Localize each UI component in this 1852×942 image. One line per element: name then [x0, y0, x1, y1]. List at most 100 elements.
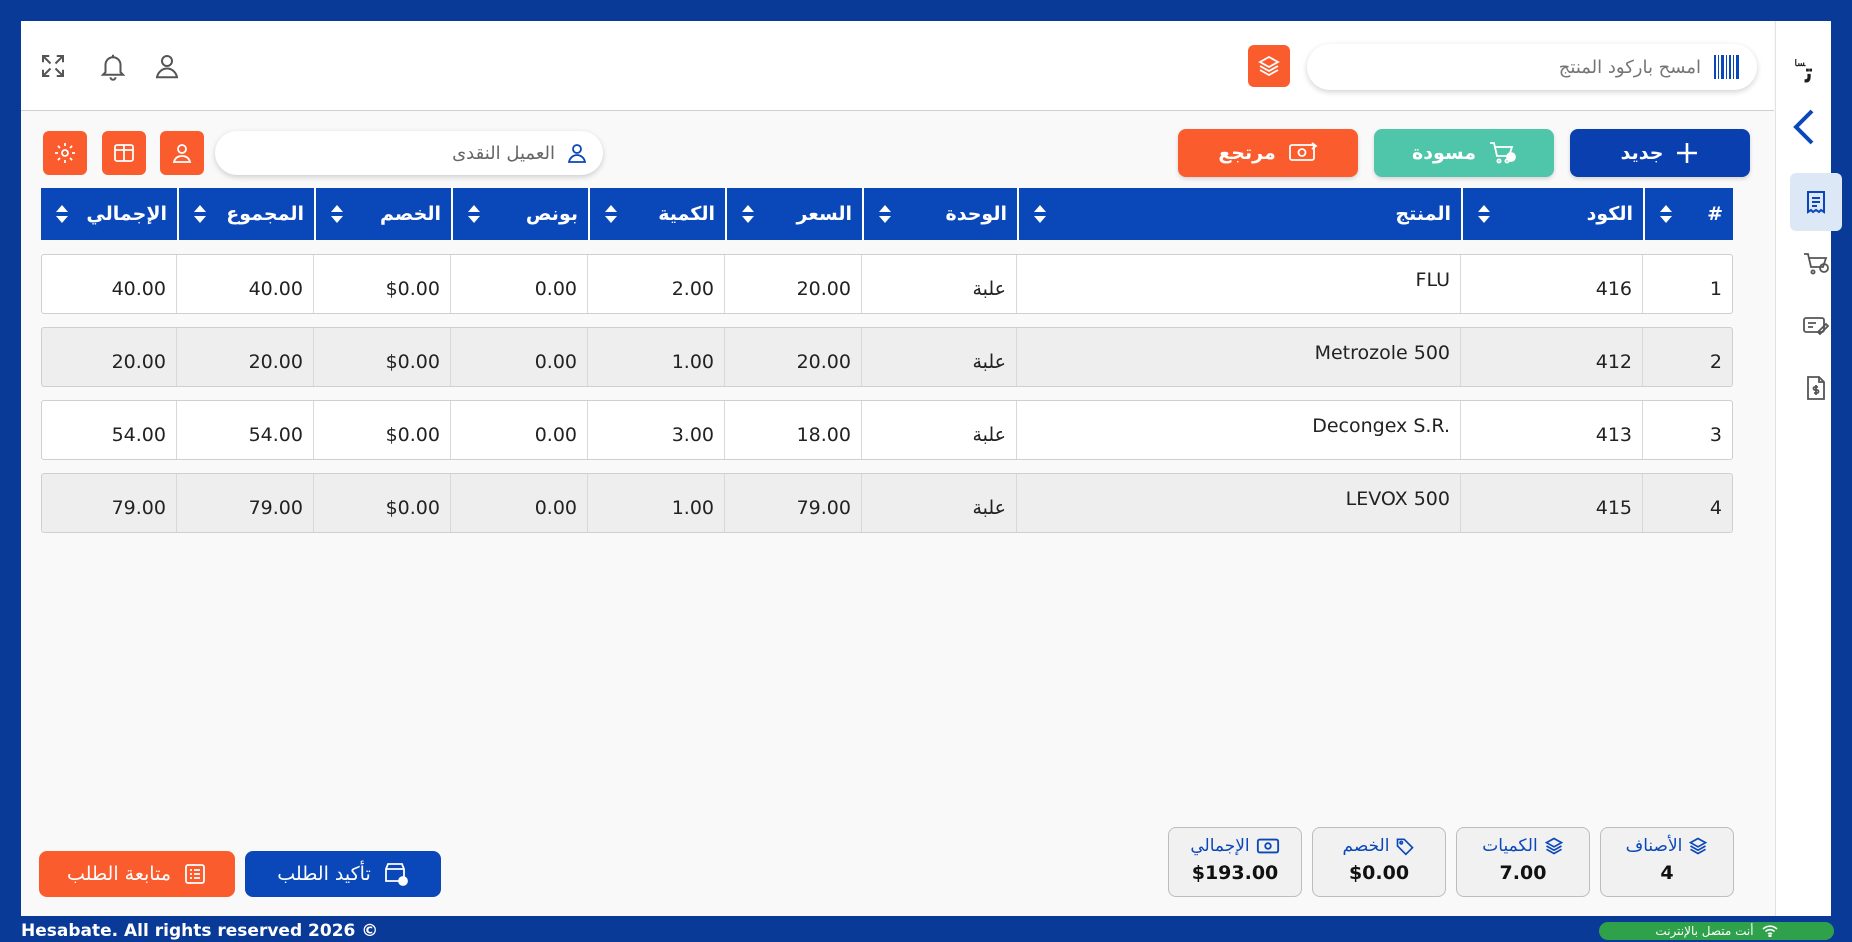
cell-total: 54.00	[111, 424, 166, 446]
table-header: # الكود المنتج الوحدة السعر الكمية بونص …	[41, 188, 1733, 240]
layers-icon	[1258, 55, 1280, 77]
cell-code: 412	[1460, 328, 1642, 386]
cell-code: 413	[1460, 401, 1642, 459]
user-search-icon	[172, 144, 192, 163]
sort-icon[interactable]	[55, 204, 69, 224]
sort-icon[interactable]	[1659, 204, 1673, 224]
table-row[interactable]: 3 413 Decongex S.R. علبة 18.00 3.00 0.00…	[41, 400, 1733, 460]
file-dollar-icon	[1807, 376, 1825, 400]
right-sidebar: تسا	[1775, 21, 1842, 916]
layers-button[interactable]	[1248, 45, 1290, 87]
sort-icon[interactable]	[878, 204, 892, 224]
cell-bonus[interactable]: 0.00	[450, 255, 587, 313]
cell-quantity[interactable]: 3.00	[587, 401, 724, 459]
cell-discount[interactable]: $0.00	[313, 255, 450, 313]
grand-total-box: الإجمالي $193.00	[1168, 827, 1302, 897]
app-window: جديد مسودة مرتجع العميل النقدى #	[21, 21, 1842, 916]
confirm-order-label: تأكيد الطلب	[277, 863, 371, 885]
customer-select[interactable]: العميل النقدى	[215, 131, 603, 175]
col-header-subtotal[interactable]: المجموع	[177, 188, 314, 240]
cell-price: 20.00	[724, 328, 861, 386]
col-header-product[interactable]: المنتج	[1017, 188, 1461, 240]
cell-product: FLU	[1016, 255, 1460, 313]
confirm-order-button[interactable]: تأكيد الطلب	[245, 851, 441, 897]
cell-bonus[interactable]: 0.00	[450, 401, 587, 459]
cell-unit: علبة	[861, 401, 1016, 459]
sort-icon[interactable]	[467, 204, 481, 224]
grand-total-value: $193.00	[1191, 862, 1279, 884]
cell-bonus[interactable]: 0.00	[450, 328, 587, 386]
customer-button[interactable]	[160, 131, 204, 175]
col-header-unit[interactable]: الوحدة	[862, 188, 1017, 240]
cell-code: 415	[1460, 474, 1642, 532]
discount-label: الخصم	[1342, 836, 1390, 856]
cell-discount[interactable]: $0.00	[313, 401, 450, 459]
sort-icon[interactable]	[1033, 204, 1047, 224]
money-return-icon	[1288, 142, 1318, 161]
col-header-quantity[interactable]: الكمية	[588, 188, 725, 240]
col-header-total[interactable]: الإجمالي	[41, 188, 177, 240]
cell-subtotal: 54.00	[176, 401, 313, 459]
barcode-search[interactable]	[1307, 44, 1757, 90]
cell-bonus[interactable]: 0.00	[450, 474, 587, 532]
quantities-box: الكميات 7.00	[1456, 827, 1590, 897]
return-button[interactable]: مرتجع	[1178, 129, 1358, 177]
table-row[interactable]: 2 412 Metrozole 500 علبة 20.00 1.00 0.00…	[41, 327, 1733, 387]
sidebar-item-cart[interactable]	[1790, 235, 1842, 293]
sort-icon[interactable]	[741, 204, 755, 224]
settings-button[interactable]	[43, 131, 87, 175]
cell-subtotal: 79.00	[176, 474, 313, 532]
cell-price: 18.00	[724, 401, 861, 459]
user-icon[interactable]	[150, 49, 184, 83]
cell-product: LEVOX 500	[1016, 474, 1460, 532]
bell-icon[interactable]	[96, 49, 130, 83]
collapse-sidebar-button[interactable]	[1790, 107, 1818, 147]
cell-discount[interactable]: $0.00	[313, 474, 450, 532]
top-header	[21, 21, 1774, 111]
sort-icon[interactable]	[330, 204, 344, 224]
col-header-discount[interactable]: الخصم	[314, 188, 451, 240]
cell-total: 79.00	[111, 497, 166, 519]
items-count-box: الأصناف 4	[1600, 827, 1734, 897]
return-label: مرتجع	[1218, 142, 1276, 164]
new-button[interactable]: جديد	[1570, 129, 1750, 177]
col-header-bonus[interactable]: بونص	[451, 188, 588, 240]
cell-number: 2	[1642, 328, 1732, 386]
col-header-number[interactable]: #	[1643, 188, 1733, 240]
sort-icon[interactable]	[604, 204, 618, 224]
quantities-value: 7.00	[1499, 862, 1547, 884]
sidebar-item-payments[interactable]	[1790, 297, 1842, 355]
fullscreen-icon[interactable]	[36, 49, 70, 83]
sidebar-item-invoice[interactable]	[1790, 173, 1842, 231]
cell-discount[interactable]: $0.00	[313, 328, 450, 386]
cell-quantity[interactable]: 1.00	[587, 328, 724, 386]
sidebar-item-invoice-dollar[interactable]	[1790, 359, 1842, 417]
money-edit-icon	[1803, 317, 1830, 336]
cell-quantity[interactable]: 2.00	[587, 255, 724, 313]
col-header-price[interactable]: السعر	[725, 188, 862, 240]
customer-placeholder: العميل النقدى	[452, 142, 555, 164]
cell-price: 20.00	[724, 255, 861, 313]
cell-number: 1	[1642, 255, 1732, 313]
layout-button[interactable]	[102, 131, 146, 175]
wifi-icon	[1762, 925, 1778, 937]
table-row[interactable]: 1 416 FLU علبة 20.00 2.00 0.00 $0.00 40.…	[41, 254, 1733, 314]
cell-number: 4	[1642, 474, 1732, 532]
money-icon	[1256, 838, 1279, 854]
sort-icon[interactable]	[193, 204, 207, 224]
barcode-input[interactable]	[1341, 56, 1701, 78]
cell-price: 79.00	[724, 474, 861, 532]
follow-order-button[interactable]: متابعة الطلب	[39, 851, 235, 897]
cell-quantity[interactable]: 1.00	[587, 474, 724, 532]
col-header-code[interactable]: الكود	[1461, 188, 1643, 240]
items-label: الأصناف	[1625, 836, 1683, 856]
receipt-icon	[1807, 191, 1825, 214]
cell-number: 3	[1642, 401, 1732, 459]
sort-icon[interactable]	[1477, 204, 1491, 224]
user-icon	[567, 144, 587, 163]
app-logo: تسا	[1794, 59, 1813, 89]
draft-button[interactable]: مسودة	[1374, 129, 1554, 177]
cart-add-icon	[1490, 142, 1516, 164]
table-row[interactable]: 4 415 LEVOX 500 علبة 79.00 1.00 0.00 $0.…	[41, 473, 1733, 533]
cell-total: 20.00	[111, 351, 166, 373]
